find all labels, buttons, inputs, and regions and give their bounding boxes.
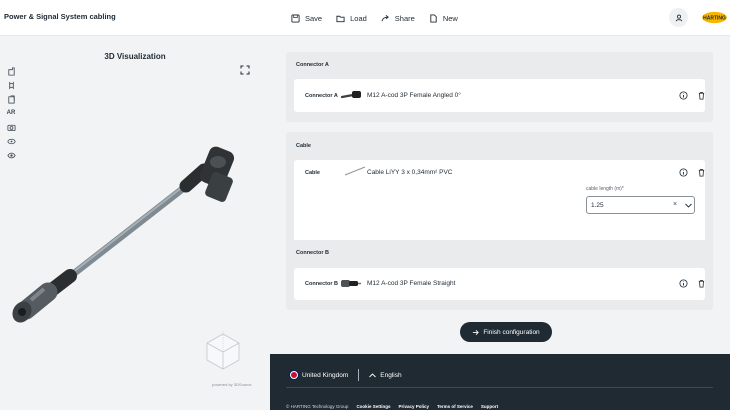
trash-icon[interactable] <box>697 91 706 100</box>
toolbar: Save Load Share New <box>291 11 472 25</box>
layers-icon <box>7 66 15 76</box>
trash-icon[interactable] <box>697 279 706 288</box>
new-label: New <box>442 13 458 23</box>
chevron-down-icon[interactable] <box>685 203 692 208</box>
cable-section-title: Cable <box>296 143 311 149</box>
app-title: Power & Signal System cabling <box>4 12 116 21</box>
arrow-right-icon <box>473 329 480 335</box>
cable-label: Cable <box>305 170 320 176</box>
user-icon <box>675 14 682 21</box>
privacy-policy-link[interactable]: Privacy Policy <box>398 404 429 409</box>
building-icon <box>7 94 15 104</box>
fullscreen-icon[interactable] <box>240 65 250 75</box>
connector-a-description: M12 A-cod 3P Female Angled 0° <box>367 92 461 99</box>
view-cube-icon[interactable] <box>203 328 243 370</box>
save-icon <box>291 13 300 23</box>
load-label: Load <box>350 13 367 23</box>
building-tool[interactable] <box>6 94 16 104</box>
layers-tool[interactable] <box>6 66 16 76</box>
cable-length-value: 1.25 <box>591 202 604 209</box>
chevron-up-icon <box>369 372 377 377</box>
connector-b-section-title: Connector B <box>296 250 329 256</box>
info-icon[interactable] <box>679 91 688 100</box>
cookie-settings-link[interactable]: Cookie Settings <box>356 404 390 409</box>
locale-selector: United Kingdom English <box>290 369 402 381</box>
new-button[interactable]: New <box>429 11 458 25</box>
logo-text: HARTING <box>703 16 726 22</box>
dimension-tool[interactable] <box>6 80 16 90</box>
camera-icon <box>6 124 16 131</box>
footer-divider <box>286 387 713 388</box>
load-button[interactable]: Load <box>336 11 367 25</box>
connector-a-card[interactable]: Connector A M12 A-cod 3P Female Angled 0… <box>294 79 705 112</box>
language-selector[interactable]: English <box>380 372 401 379</box>
connector-b-description: M12 A-cod 3P Female Straight <box>367 280 456 287</box>
straight-connector-thumbnail <box>341 280 361 287</box>
dimension-icon <box>8 81 14 89</box>
new-file-icon <box>430 13 437 23</box>
info-icon[interactable] <box>679 168 688 177</box>
connector-b-section: Connector B Connector B M12 A-cod 3P Fem… <box>286 240 713 310</box>
cable-thumbnail <box>344 166 366 176</box>
save-label: Save <box>305 13 323 23</box>
configuration-panel: Connector A Connector A M12 A-cod 3P Fem… <box>270 36 730 354</box>
share-icon <box>381 14 389 21</box>
cable-length-label: cable length (m)* <box>586 186 624 192</box>
trash-icon[interactable] <box>697 168 706 177</box>
ar-tool[interactable]: AR <box>6 108 16 118</box>
cable-description: Cable LiYY 3 x 0,34mm² PVC <box>367 169 453 176</box>
share-label: Share <box>394 13 415 23</box>
uk-flag-icon <box>290 371 298 379</box>
ar-icon: AR <box>6 110 16 116</box>
finish-configuration-label: Finish configuration <box>483 328 540 336</box>
connector-a-label: Connector A <box>305 93 338 99</box>
info-icon[interactable] <box>679 279 688 288</box>
legal-links: © HARTING Technology Group Cookie Settin… <box>286 404 498 409</box>
footer: United Kingdom English © HARTING Technol… <box>270 354 730 410</box>
country-selector[interactable]: United Kingdom <box>302 372 348 379</box>
user-account-button[interactable] <box>669 8 688 27</box>
clear-icon[interactable]: × <box>673 201 677 208</box>
camera-tool[interactable] <box>6 122 16 132</box>
powered-by-label: powered by 3DSource <box>212 382 252 387</box>
connector-b-card[interactable]: Connector B M12 A-cod 3P Female Straight <box>294 268 705 300</box>
cable-3d-model[interactable] <box>8 140 244 330</box>
divider <box>358 369 360 381</box>
cable-length-select[interactable]: 1.25 × <box>586 196 695 214</box>
connector-b-label: Connector B <box>305 281 338 287</box>
terms-of-service-link[interactable]: Terms of Service <box>437 404 473 409</box>
folder-icon <box>336 15 345 22</box>
copyright-text: © HARTING Technology Group <box>286 404 349 409</box>
angled-connector-thumbnail <box>341 91 361 99</box>
visualization-panel: 3D Visualization AR powered by 3DSource <box>0 36 270 410</box>
support-link[interactable]: Support <box>481 404 498 409</box>
save-button[interactable]: Save <box>291 11 322 25</box>
connector-a-section-title: Connector A <box>296 62 329 68</box>
finish-configuration-button[interactable]: Finish configuration <box>460 322 552 342</box>
visualization-title: 3D Visualization <box>104 52 166 61</box>
top-bar: Power & Signal System cabling Save Load … <box>0 0 730 36</box>
share-button[interactable]: Share <box>381 11 415 25</box>
connector-a-section: Connector A Connector A M12 A-cod 3P Fem… <box>286 52 713 122</box>
harting-logo[interactable]: HARTING <box>701 8 728 27</box>
